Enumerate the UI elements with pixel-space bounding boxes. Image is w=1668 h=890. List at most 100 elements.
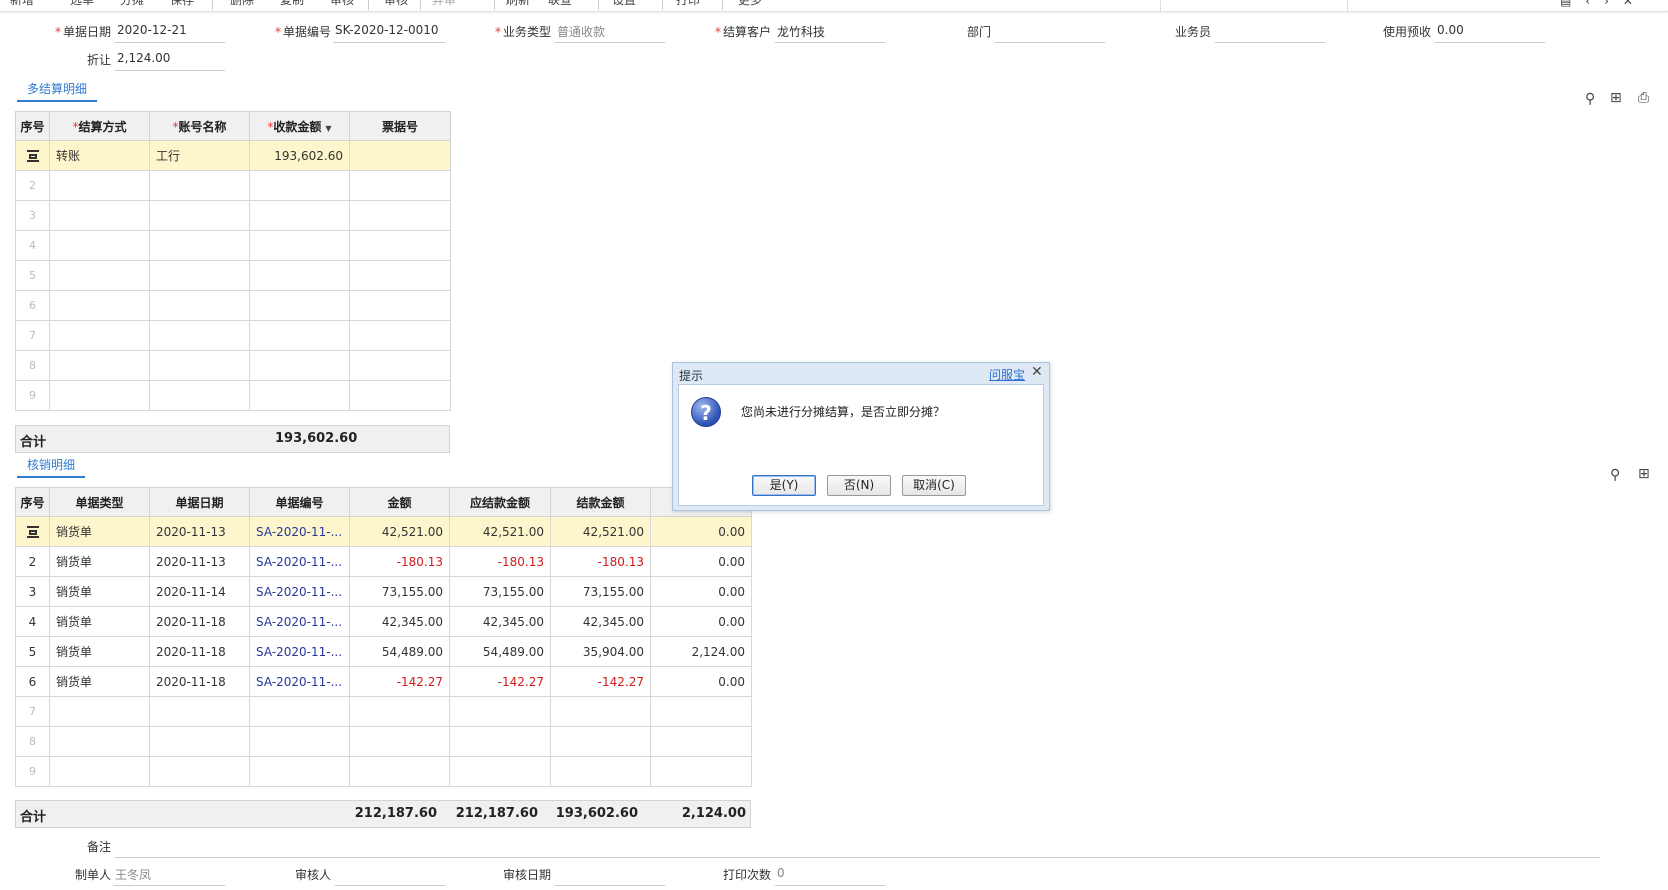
- remark-input[interactable]: [115, 838, 1600, 858]
- table-row[interactable]: 9: [15, 756, 752, 787]
- cell-amount[interactable]: 42,345.00: [349, 606, 450, 637]
- cell-amount[interactable]: -180.13: [349, 546, 450, 577]
- toolbar-allocate-button[interactable]: 分摊: [120, 0, 144, 8]
- cell-date[interactable]: 2020-11-14: [149, 576, 250, 607]
- cell-date[interactable]: 2020-11-13: [149, 546, 250, 577]
- cell-date[interactable]: 2020-11-18: [149, 606, 250, 637]
- toolbar-settings-button[interactable]: 设置: [612, 0, 636, 8]
- toolbar-add-button[interactable]: 新增: [10, 0, 34, 8]
- add-row-icon[interactable]: ⊞: [1610, 90, 1622, 106]
- cell-type[interactable]: 销货单: [49, 636, 150, 667]
- table-row[interactable]: 5: [15, 260, 451, 291]
- no-button[interactable]: 否(N): [827, 475, 891, 496]
- cell-discount[interactable]: 0.00: [650, 576, 752, 607]
- toolbar-print-button[interactable]: 打印: [676, 0, 700, 8]
- cell-type[interactable]: 销货单: [49, 666, 150, 697]
- cell-account[interactable]: 工行: [149, 140, 250, 171]
- toolbar-delete-button[interactable]: 删除: [230, 0, 254, 8]
- cell-paid[interactable]: 35,904.00: [550, 636, 651, 667]
- sales-input[interactable]: [1215, 23, 1325, 43]
- cell-paid[interactable]: -180.13: [550, 546, 651, 577]
- cell-due[interactable]: 73,155.00: [449, 576, 551, 607]
- cell-type[interactable]: 销货单: [49, 516, 150, 547]
- cell-amount[interactable]: -142.27: [349, 666, 450, 697]
- dialog-help-link[interactable]: 问服宝: [989, 366, 1025, 383]
- cancel-button[interactable]: 取消(C): [902, 475, 966, 496]
- prepay-input[interactable]: 0.00: [1435, 23, 1545, 43]
- cell-due[interactable]: 42,521.00: [449, 516, 551, 547]
- table-row[interactable]: 4 销货单 2020-11-18 SA-2020-11-... 42,345.0…: [15, 606, 752, 637]
- cell-due[interactable]: 42,345.00: [449, 606, 551, 637]
- toolbar-copy-button[interactable]: 复制: [280, 0, 304, 8]
- cell-code-link[interactable]: SA-2020-11-...: [249, 636, 350, 667]
- tab-settle-detail[interactable]: 多结算明细: [17, 80, 98, 102]
- cell-code-link[interactable]: SA-2020-11-...: [249, 546, 350, 577]
- table-row[interactable]: 8: [15, 726, 752, 757]
- cell-discount[interactable]: 0.00: [650, 666, 752, 697]
- table-row[interactable]: 6: [15, 290, 451, 321]
- yes-button[interactable]: 是(Y): [752, 475, 816, 496]
- table-row[interactable]: 7: [15, 320, 451, 351]
- table-row[interactable]: 2: [15, 170, 451, 201]
- row-handle-icon[interactable]: [15, 516, 50, 547]
- table-row[interactable]: 3: [15, 200, 451, 231]
- tab-writeoff-detail[interactable]: 核销明细: [17, 456, 86, 478]
- cell-type[interactable]: 销货单: [49, 546, 150, 577]
- toolbar-search-input[interactable]: [1160, 0, 1348, 11]
- toolbar-more-button[interactable]: 更多: [738, 0, 762, 8]
- cell-paid[interactable]: -142.27: [550, 666, 651, 697]
- table-row[interactable]: 8: [15, 350, 451, 381]
- cell-due[interactable]: -180.13: [449, 546, 551, 577]
- cell-date[interactable]: 2020-11-13: [149, 516, 250, 547]
- close-icon[interactable]: ✕: [1031, 364, 1043, 380]
- dept-input[interactable]: [995, 23, 1105, 43]
- toolbar-refresh-button[interactable]: 刷新: [506, 0, 530, 8]
- toolbar-nav-icons[interactable]: ▤‹›✕: [1560, 0, 1647, 8]
- toolbar-unaudit-button[interactable]: 弃审: [432, 0, 456, 8]
- cell-code-link[interactable]: SA-2020-11-...: [249, 606, 350, 637]
- cell-discount[interactable]: 0.00: [650, 516, 752, 547]
- cell-amount[interactable]: 54,489.00: [349, 636, 450, 667]
- cell-date[interactable]: 2020-11-18: [149, 666, 250, 697]
- cell-amount[interactable]: 73,155.00: [349, 576, 450, 607]
- cell-due[interactable]: -142.27: [449, 666, 551, 697]
- table-row[interactable]: 2 销货单 2020-11-13 SA-2020-11-... -180.13 …: [15, 546, 752, 577]
- discount-input[interactable]: 2,124.00: [115, 51, 225, 71]
- cell-paid[interactable]: 42,345.00: [550, 606, 651, 637]
- cell-discount[interactable]: 0.00: [650, 546, 752, 577]
- toolbar-save-button[interactable]: 保存: [170, 0, 194, 8]
- cell-method[interactable]: 转账: [49, 140, 150, 171]
- table-row[interactable]: 9: [15, 380, 451, 411]
- cell-discount[interactable]: 0.00: [650, 606, 752, 637]
- cell-code-link[interactable]: SA-2020-11-...: [249, 516, 350, 547]
- cell-paid[interactable]: 42,521.00: [550, 516, 651, 547]
- cell-type[interactable]: 销货单: [49, 606, 150, 637]
- cell-type[interactable]: 销货单: [49, 576, 150, 607]
- code-input[interactable]: SK-2020-12-0010: [333, 23, 445, 43]
- cell-code-link[interactable]: SA-2020-11-...: [249, 666, 350, 697]
- cell-bill[interactable]: [349, 140, 451, 171]
- table-row[interactable]: 6 销货单 2020-11-18 SA-2020-11-... -142.27 …: [15, 666, 752, 697]
- locate-icon[interactable]: ⚲: [1610, 467, 1620, 483]
- table-row[interactable]: 销货单 2020-11-13 SA-2020-11-... 42,521.00 …: [15, 516, 752, 547]
- locate-icon[interactable]: ⚲: [1585, 91, 1595, 107]
- cell-amount[interactable]: 42,521.00: [349, 516, 450, 547]
- cell-amount[interactable]: 193,602.60: [249, 140, 350, 171]
- cell-due[interactable]: 54,489.00: [449, 636, 551, 667]
- toolbar-select-button[interactable]: 选单: [70, 0, 94, 8]
- paste-icon[interactable]: ⎙: [1638, 90, 1649, 106]
- table-row[interactable]: 7: [15, 696, 752, 727]
- row-handle-icon[interactable]: [15, 140, 50, 171]
- date-input[interactable]: 2020-12-21: [115, 23, 225, 43]
- cell-paid[interactable]: 73,155.00: [550, 576, 651, 607]
- toolbar-audit2-button[interactable]: 审核: [384, 0, 408, 8]
- col-header-amount[interactable]: *收款金额 ▼: [249, 111, 350, 141]
- toolbar-audit-button[interactable]: 审核: [330, 0, 354, 8]
- biztype-select[interactable]: 普通收款: [555, 23, 665, 43]
- table-row[interactable]: 3 销货单 2020-11-14 SA-2020-11-... 73,155.0…: [15, 576, 752, 607]
- customer-input[interactable]: 龙竹科技: [775, 23, 885, 43]
- table-row[interactable]: 5 销货单 2020-11-18 SA-2020-11-... 54,489.0…: [15, 636, 752, 667]
- add-row-icon[interactable]: ⊞: [1638, 466, 1650, 482]
- cell-code-link[interactable]: SA-2020-11-...: [249, 576, 350, 607]
- cell-discount[interactable]: 2,124.00: [650, 636, 752, 667]
